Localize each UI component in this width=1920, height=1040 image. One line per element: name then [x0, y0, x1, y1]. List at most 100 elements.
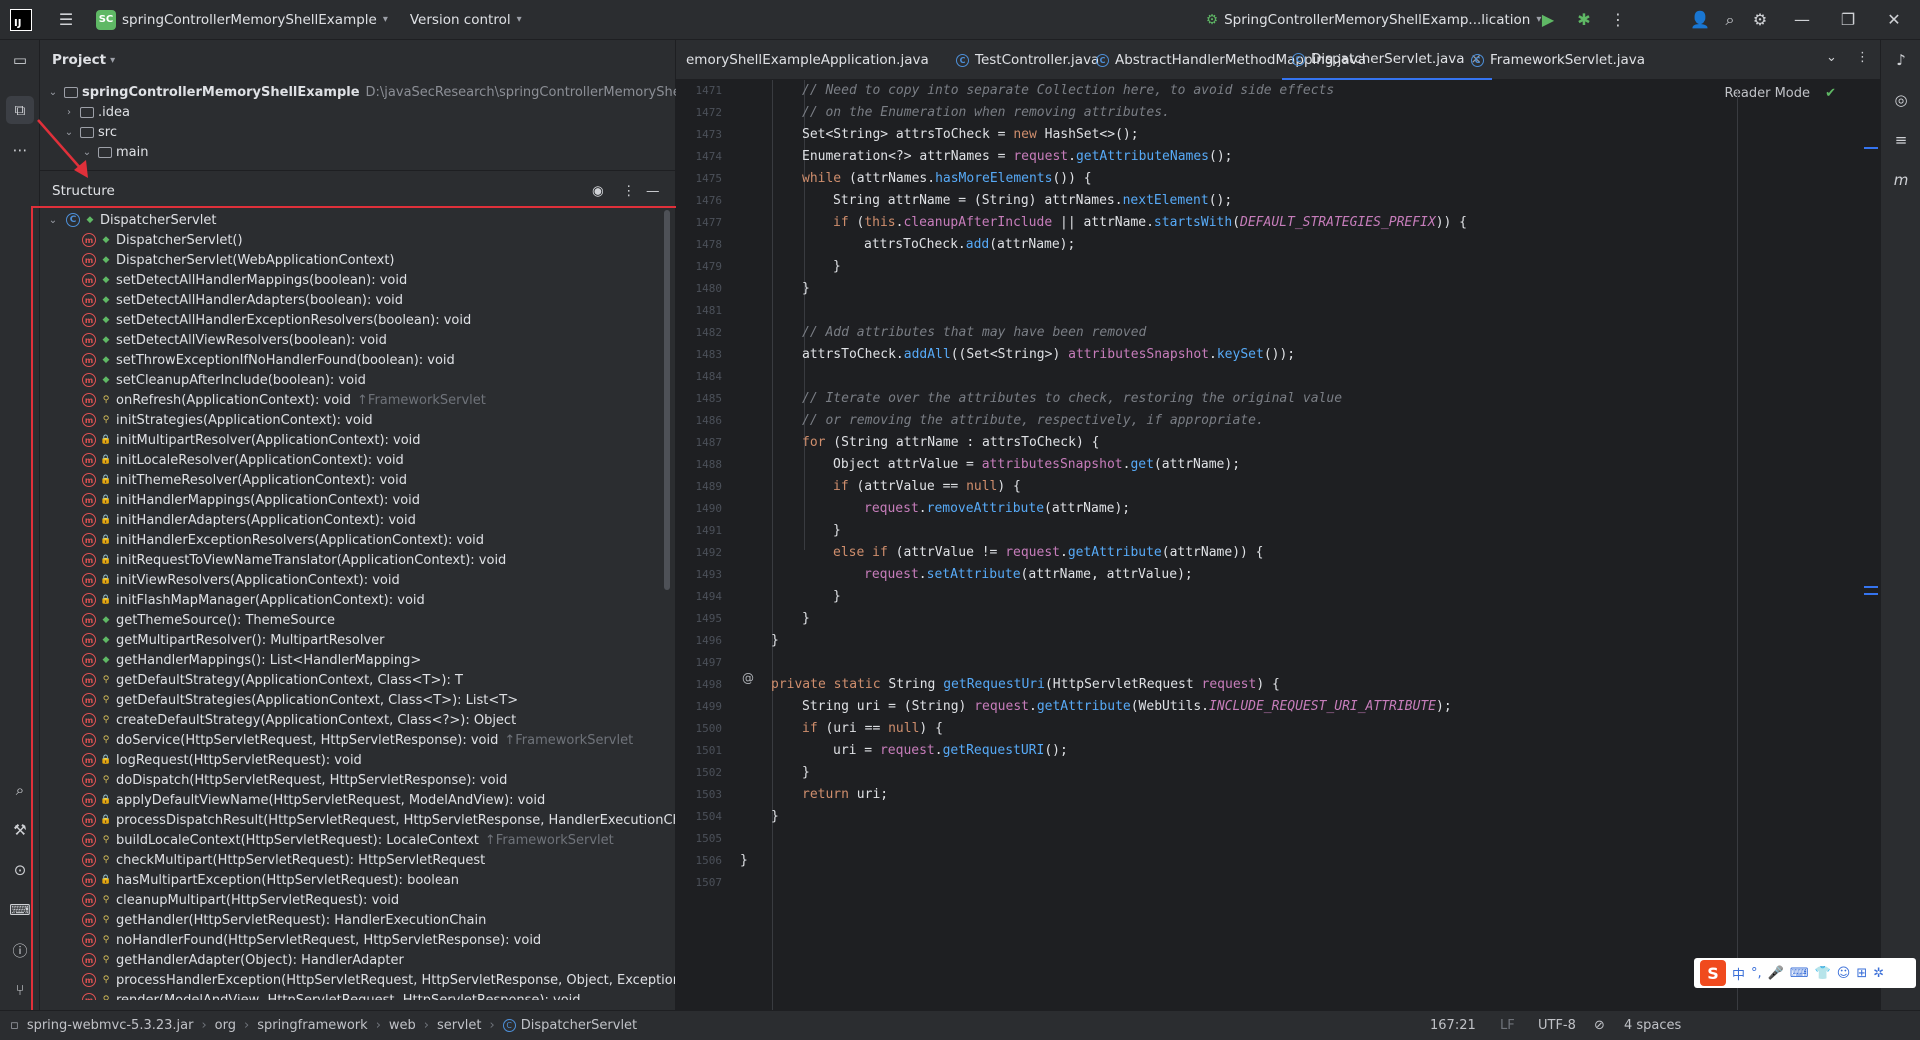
method-annotation-icon[interactable]: @: [742, 671, 754, 685]
structure-member-row[interactable]: m ⚲ getHandler(HttpServletRequest): Handle…: [82, 910, 486, 930]
hide-panel-icon[interactable]: —: [646, 183, 660, 199]
project-root-item[interactable]: ⌄ springControllerMemoryShellExample D:\…: [46, 82, 733, 102]
close-window-icon[interactable]: ✕: [1880, 6, 1908, 34]
project-panel-header[interactable]: Project ▾: [40, 40, 675, 80]
breadcrumb-item[interactable]: springframework: [257, 1018, 367, 1033]
structure-member-row[interactable]: m 🔒 initThemeResolver(ApplicationContext):…: [82, 470, 407, 490]
structure-member-row[interactable]: m ⚲ getDefaultStrategy(ApplicationContext,…: [82, 670, 463, 690]
chevron-down-icon[interactable]: ⌄: [80, 147, 94, 158]
ime-toolbar[interactable]: S 中 °, 🎤 ⌨ 👕 ☺ ⊞ ✲: [1694, 958, 1916, 988]
indent-setting[interactable]: 4 spaces: [1624, 1018, 1681, 1033]
line-separator[interactable]: LF: [1500, 1018, 1515, 1033]
keyboard-icon[interactable]: ⌨: [1790, 966, 1809, 981]
structure-member-row[interactable]: m ⚲ initStrategies(ApplicationContext): vo…: [82, 410, 373, 430]
structure-member-row[interactable]: m ⚲ doService(HttpServletRequest, HttpServ…: [82, 730, 633, 750]
restore-window-icon[interactable]: ❐: [1834, 6, 1862, 34]
project-folder-icon[interactable]: ▭: [6, 46, 34, 74]
version-control-menu[interactable]: Version control ▾: [410, 12, 522, 28]
tab-options-icon[interactable]: ⋮: [1856, 50, 1869, 65]
maven-icon[interactable]: m: [1887, 166, 1915, 194]
structure-member-row[interactable]: m 🔒 initFlashMapManager(ApplicationContext…: [82, 590, 425, 610]
structure-member-row[interactable]: m 🔒 initHandlerMappings(ApplicationContext…: [82, 490, 420, 510]
ime-language[interactable]: 中: [1732, 964, 1745, 983]
tab-list-chevron-icon[interactable]: ⌄: [1826, 50, 1837, 65]
chevron-down-icon[interactable]: ⌄: [62, 127, 76, 138]
structure-member-row[interactable]: m ◆ getMultipartResolver(): MultipartResol…: [82, 630, 385, 650]
structure-member-row[interactable]: m ⚲ noHandlerFound(HttpServletRequest, Htt…: [82, 930, 541, 950]
emoji-icon[interactable]: ☺: [1837, 966, 1851, 981]
breadcrumb-item[interactable]: org: [215, 1018, 236, 1033]
structure-member-row[interactable]: m 🔒 processDispatchResult(HttpServletReque…: [82, 810, 675, 830]
chevron-right-icon[interactable]: ›: [62, 107, 76, 118]
structure-member-row[interactable]: m 🔒 initHandlerAdapters(ApplicationContext…: [82, 510, 416, 530]
structure-member-row[interactable]: m ◆ setDetectAllHandlerExceptionResolvers(…: [82, 310, 471, 330]
options-menu-icon[interactable]: ⋮: [622, 183, 636, 199]
microphone-icon[interactable]: 🎤: [1768, 966, 1784, 981]
structure-member-row[interactable]: m ◆ setDetectAllHandlerAdapters(boolean): …: [82, 290, 403, 310]
problems-icon[interactable]: ⓘ: [6, 936, 34, 964]
debug-icon[interactable]: ✱: [1570, 6, 1598, 34]
more-actions-icon[interactable]: ⋮: [1604, 6, 1632, 34]
breadcrumb-item[interactable]: spring-webmvc-5.3.23.jar: [27, 1018, 194, 1033]
structure-member-row[interactable]: m ◆ DispatcherServlet(): [82, 230, 243, 250]
structure-member-row[interactable]: m ◆ getThemeSource(): ThemeSource: [82, 610, 335, 630]
services-run-icon[interactable]: ⊙: [6, 856, 34, 884]
structure-member-row[interactable]: m ⚲ onRefresh(ApplicationContext): void ↑Fr…: [82, 390, 486, 410]
structure-member-row[interactable]: m 🔒 logRequest(HttpServletRequest): void: [82, 750, 362, 770]
project-selector[interactable]: SC springControllerMemoryShellExample ▾: [96, 9, 388, 30]
tree-item-idea[interactable]: › .idea: [62, 102, 130, 122]
tree-item-main[interactable]: ⌄ main: [80, 142, 149, 162]
structure-member-row[interactable]: m ◆ DispatcherServlet(WebApplicationContex…: [82, 250, 394, 270]
git-branch-icon[interactable]: ⑂: [6, 976, 34, 1004]
read-only-lock-icon[interactable]: ⊘: [1594, 1018, 1605, 1033]
structure-member-row[interactable]: m ⚲ doDispatch(HttpServletRequest, HttpSer…: [82, 770, 507, 790]
editor-tab[interactable]: C FrameworkServlet.java: [1461, 40, 1655, 80]
ime-settings-icon[interactable]: ✲: [1873, 966, 1884, 981]
breadcrumb-item[interactable]: DispatcherServlet: [521, 1018, 637, 1033]
structure-member-row[interactable]: m 🔒 applyDefaultViewName(HttpServletReques…: [82, 790, 545, 810]
structure-member-row[interactable]: m 🔒 initRequestToViewNameTranslator(Applic…: [82, 550, 506, 570]
structure-member-row[interactable]: m ◆ setDetectAllViewResolvers(boolean): vo…: [82, 330, 387, 350]
tree-item-src[interactable]: ⌄ src: [62, 122, 117, 142]
caret-position[interactable]: 167:21: [1430, 1018, 1476, 1033]
structure-member-row[interactable]: m ◆ getHandlerMappings(): List<HandlerMapp…: [82, 650, 421, 670]
chevron-down-icon[interactable]: ⌄: [46, 215, 60, 226]
structure-member-row[interactable]: m 🔒 initMultipartResolver(ApplicationConte…: [82, 430, 421, 450]
structure-member-row[interactable]: m ⚲ cleanupMultipart(HttpServletRequest): …: [82, 890, 399, 910]
more-tools-icon[interactable]: ⋯: [6, 136, 34, 164]
database-icon[interactable]: ≡: [1887, 126, 1915, 154]
structure-member-row[interactable]: m ⚲ buildLocaleContext(HttpServletRequest)…: [82, 830, 614, 850]
search-icon[interactable]: ⌕: [1716, 6, 1744, 34]
run-config-selector[interactable]: ⚙ SpringControllerMemoryShellExamp...lic…: [1206, 12, 1541, 28]
structure-member-row[interactable]: m 🔒 initLocaleResolver(ApplicationContext)…: [82, 450, 404, 470]
run-icon[interactable]: ▶: [1534, 6, 1562, 34]
breadcrumb-item[interactable]: web: [389, 1018, 416, 1033]
structure-class-row[interactable]: ⌄ C ◆ DispatcherServlet: [46, 210, 217, 230]
structure-member-row[interactable]: m 🔒 initHandlerExceptionResolvers(Applicat…: [82, 530, 484, 550]
structure-member-row[interactable]: m 🔒 hasMultipartException(HttpServletReque…: [82, 870, 459, 890]
punctuation-icon[interactable]: °,: [1751, 966, 1762, 981]
file-encoding[interactable]: UTF-8: [1538, 1018, 1576, 1033]
structure-member-row[interactable]: m ⚲ getHandlerAdapter(Object): HandlerAdap…: [82, 950, 404, 970]
structure-member-row[interactable]: m ◆ setThrowExceptionIfNoHandlerFound(bool…: [82, 350, 455, 370]
main-menu-icon[interactable]: ☰: [52, 6, 80, 34]
settings-gear-icon[interactable]: ⚙: [1746, 6, 1774, 34]
structure-member-row[interactable]: m ⚲ checkMultipart(HttpServletRequest): Ht…: [82, 850, 485, 870]
editor-tab[interactable]: emoryShellExampleApplication.java: [676, 40, 939, 80]
structure-member-row[interactable]: m ⚲ getDefaultStrategies(ApplicationContex…: [82, 690, 518, 710]
code-area[interactable]: // Need to copy into separate Collection…: [740, 80, 1771, 1010]
chevron-down-icon[interactable]: ⌄: [46, 87, 60, 98]
minimize-window-icon[interactable]: —: [1788, 6, 1816, 34]
structure-member-row[interactable]: m ◆ setDetectAllHandlerMappings(boolean): …: [82, 270, 407, 290]
toolbox-grid-icon[interactable]: ⊞: [1856, 966, 1867, 981]
structure-member-row[interactable]: m ◆ setCleanupAfterInclude(boolean): void: [82, 370, 366, 390]
build-hammer-icon[interactable]: ⚒: [6, 816, 34, 844]
structure-member-row[interactable]: m ⚲ render(ModelAndView, HttpServletReques…: [82, 990, 581, 1000]
terminal-icon[interactable]: ⌨: [6, 896, 34, 924]
structure-scrollbar[interactable]: [664, 210, 670, 590]
skin-icon[interactable]: 👕: [1815, 966, 1831, 981]
notifications-bell-icon[interactable]: ♪: [1887, 46, 1915, 74]
find-icon[interactable]: ⌕: [6, 776, 34, 804]
structure-member-row[interactable]: m ⚲ processHandlerException(HttpServletReq…: [82, 970, 675, 990]
ai-assistant-icon[interactable]: ◎: [1887, 86, 1915, 114]
